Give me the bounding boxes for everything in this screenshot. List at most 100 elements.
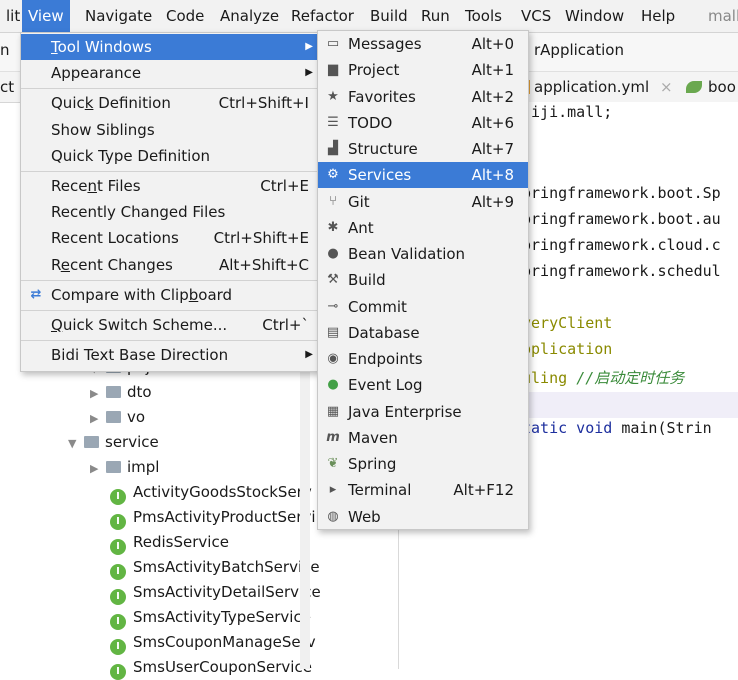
menu-item-services[interactable]: ⚙ Services Alt+8	[318, 162, 528, 188]
menu-item-spring[interactable]: ❦ Spring	[318, 451, 528, 477]
tree-interface-item[interactable]: I RedisService	[110, 530, 229, 555]
java-enterprise-icon: ▦	[326, 404, 340, 419]
code-text: uling	[522, 369, 577, 387]
menu-item-database[interactable]: ▤ Database	[318, 320, 528, 346]
menu-item-messages[interactable]: ▭ Messages Alt+0	[318, 31, 528, 57]
code-comment: //启动定时任务	[576, 369, 685, 387]
tree-scrollbar[interactable]	[300, 350, 310, 669]
tree-folder-item[interactable]: ▼ service	[68, 430, 159, 455]
menu-item-terminal[interactable]: ▸ Terminal Alt+F12	[318, 477, 528, 503]
chevron-down-icon[interactable]: ▼	[68, 431, 84, 456]
menu-item-recent-locations[interactable]: Recent Locations Ctrl+Shift+E	[21, 225, 319, 251]
menu-window[interactable]: Window	[559, 0, 630, 32]
menu-view[interactable]: View	[22, 0, 70, 32]
menu-item-label: Git	[348, 193, 370, 211]
close-icon[interactable]: ×	[660, 78, 673, 96]
menu-separator	[21, 340, 319, 341]
menu-item-recently-changed-files[interactable]: Recently Changed Files	[21, 199, 319, 225]
menu-item-label: Spring	[348, 455, 397, 473]
tree-folder-item[interactable]: ▶ dto	[90, 380, 152, 405]
menu-item-label: Compare with Clipboard	[51, 286, 233, 304]
commit-icon: ⊸	[327, 299, 339, 314]
menu-help[interactable]: Help	[635, 0, 681, 32]
tab-label: boo	[708, 78, 736, 96]
menu-item-git[interactable]: ⑂ Git Alt+9	[318, 189, 528, 215]
menu-item-maven[interactable]: m Maven	[318, 425, 528, 451]
menu-item-recent-changes[interactable]: Recent Changes Alt+Shift+C	[21, 252, 319, 278]
bean-validation-icon: ●	[327, 246, 339, 261]
tab-label: application.yml	[534, 78, 650, 96]
code-line: veryClient	[522, 314, 612, 332]
tree-item-label: impl	[127, 458, 160, 476]
menu-item-bean-validation[interactable]: ● Bean Validation	[318, 241, 528, 267]
tree-interface-item[interactable]: I SmsCouponManageServ	[110, 630, 316, 655]
menu-item-commit[interactable]: ⊸ Commit	[318, 294, 528, 320]
tree-interface-item[interactable]: I SmsActivityTypeService	[110, 605, 311, 630]
menu-item-favorites[interactable]: ★ Favorites Alt+2	[318, 84, 528, 110]
menu-item-shortcut: Alt+F12	[453, 481, 514, 499]
tree-interface-item[interactable]: I SmsUserCouponService	[110, 655, 312, 680]
breadcrumb-item[interactable]: n	[0, 41, 10, 59]
interface-icon: I	[110, 664, 126, 680]
menu-item-web[interactable]: ◍ Web	[318, 504, 528, 530]
chevron-right-icon[interactable]: ▶	[90, 406, 106, 431]
menu-item-recent-files[interactable]: Recent Files Ctrl+E	[21, 173, 319, 199]
package-folder-icon	[106, 461, 121, 473]
tree-folder-item[interactable]: ▶ vo	[90, 405, 145, 430]
menu-item-java-enterprise[interactable]: ▦ Java Enterprise	[318, 399, 528, 425]
menu-navigate[interactable]: Navigate	[79, 0, 158, 32]
menu-refactor[interactable]: Refactor	[285, 0, 360, 32]
menu-item-structure[interactable]: ▟ Structure Alt+7	[318, 136, 528, 162]
menu-item-label: Favorites	[348, 88, 416, 106]
tree-folder-item[interactable]: ▶ impl	[90, 455, 159, 480]
menu-analyze[interactable]: Analyze	[214, 0, 285, 32]
menu-item-event-log[interactable]: ● Event Log	[318, 372, 528, 398]
menu-item-appearance[interactable]: Appearance ▶	[21, 60, 319, 86]
tree-interface-item[interactable]: I SmsActivityBatchService	[110, 555, 320, 580]
code-text: pringframework.boot.au	[522, 210, 721, 228]
menu-item-tool-windows[interactable]: Tool Windows ▶	[21, 34, 319, 60]
menu-separator	[21, 280, 319, 281]
tab-boot[interactable]: boo	[686, 72, 736, 102]
menu-item-label: Bidi Text Base Direction	[51, 346, 229, 364]
menu-item-label: Structure	[348, 140, 418, 158]
interface-icon: I	[110, 589, 126, 605]
chevron-right-icon[interactable]: ▶	[90, 381, 106, 406]
menu-item-build[interactable]: ⚒ Build	[318, 267, 528, 293]
menu-item-label: Java Enterprise	[348, 403, 462, 421]
tree-interface-item[interactable]: I SmsActivityDetailService	[110, 580, 321, 605]
project-tool-tab[interactable]: ct	[0, 72, 14, 102]
menu-item-show-siblings[interactable]: Show Siblings	[21, 117, 319, 143]
menu-item-compare-clipboard[interactable]: ⇄ Compare with Clipboard	[21, 282, 319, 308]
globe-icon: ◍	[327, 509, 339, 524]
menu-item-label: Commit	[348, 298, 407, 316]
endpoints-icon: ◉	[327, 351, 339, 366]
menu-vcs[interactable]: VCS	[515, 0, 557, 32]
menu-build[interactable]: Build	[364, 0, 414, 32]
menu-item-ant[interactable]: ✱ Ant	[318, 215, 528, 241]
services-icon: ⚙	[327, 167, 339, 182]
chevron-right-icon[interactable]: ▶	[90, 456, 106, 481]
menu-item-project[interactable]: ▆ Project Alt+1	[318, 57, 528, 83]
menu-item-label: Web	[348, 508, 381, 526]
code-line: uling //启动定时任务	[522, 367, 684, 388]
menu-item-shortcut: Alt+7	[471, 140, 514, 158]
menu-item-quick-type-definition[interactable]: Quick Type Definition	[21, 143, 319, 169]
menu-item-quick-definition[interactable]: Quick Definition Ctrl+Shift+I	[21, 90, 319, 116]
menu-tools[interactable]: Tools	[459, 0, 508, 32]
hammer-icon: ⚒	[327, 272, 339, 287]
menu-run[interactable]: Run	[415, 0, 456, 32]
menu-item-todo[interactable]: ☰ TODO Alt+6	[318, 110, 528, 136]
tab-application-yml[interactable]: application.yml ×	[518, 72, 673, 102]
code-line: jiji.mall;	[522, 103, 612, 121]
menu-item-label: Recent Files	[51, 177, 141, 195]
menu-item-bidi-text[interactable]: Bidi Text Base Direction ▶	[21, 342, 319, 368]
event-log-icon: ●	[327, 377, 339, 392]
menu-item-label: Quick Switch Scheme...	[51, 316, 228, 334]
menu-item-endpoints[interactable]: ◉ Endpoints	[318, 346, 528, 372]
menu-item-quick-switch-scheme[interactable]: Quick Switch Scheme... Ctrl+`	[21, 312, 319, 338]
menu-code[interactable]: Code	[160, 0, 210, 32]
tree-interface-item[interactable]: I ActivityGoodsStockServ	[110, 480, 312, 505]
tree-interface-item[interactable]: I PmsActivityProductServi	[110, 505, 315, 530]
breadcrumb-file[interactable]: rApplication	[534, 41, 624, 59]
